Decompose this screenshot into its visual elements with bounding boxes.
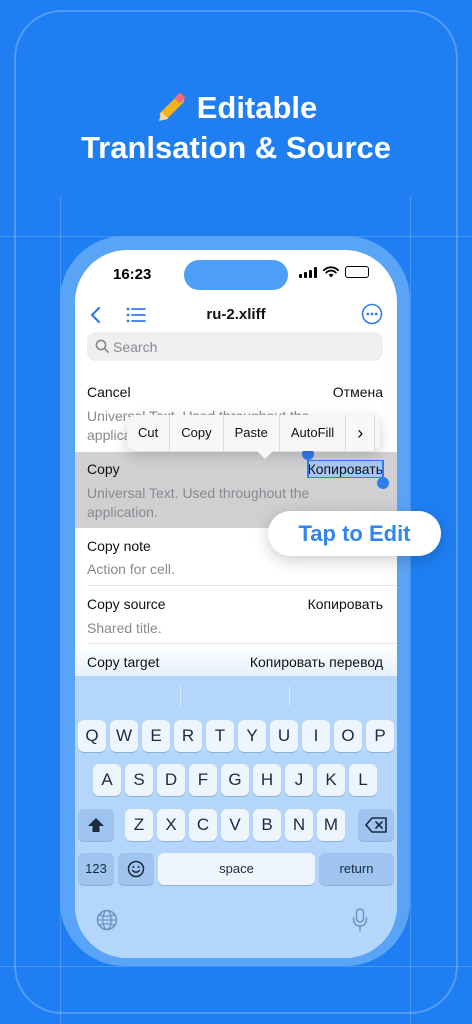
key-u[interactable]: U	[270, 720, 298, 752]
battery-icon	[345, 266, 369, 278]
key-g[interactable]: G	[221, 764, 249, 796]
list-item-copy-source[interactable]: Copy source Копировать Shared title.	[75, 586, 397, 644]
nav-title: ru-2.xliff	[206, 306, 266, 323]
guide-line-right	[410, 196, 411, 1024]
row-key: Copy	[87, 461, 120, 477]
tap-to-edit-callout: Tap to Edit	[268, 511, 441, 556]
key-p[interactable]: P	[366, 720, 394, 752]
hero-line-2: Tranlsation & Source	[80, 130, 392, 165]
key-q[interactable]: Q	[78, 720, 106, 752]
menu-item-autofill[interactable]: AutoFill	[280, 415, 347, 451]
row-key: Cancel	[87, 384, 131, 400]
key-d[interactable]: D	[157, 764, 185, 796]
wifi-icon	[323, 266, 339, 278]
shift-icon	[88, 818, 104, 832]
row-key: Copy target	[87, 654, 160, 670]
selection-handle-end[interactable]	[377, 477, 389, 489]
row-value: Копировать перевод	[249, 654, 383, 670]
emoji-icon	[127, 860, 145, 878]
menu-item-cut[interactable]: Cut	[127, 415, 171, 451]
key-o[interactable]: O	[334, 720, 362, 752]
key-s[interactable]: S	[125, 764, 153, 796]
globe-icon[interactable]	[96, 909, 118, 931]
row-key: Copy source	[87, 596, 166, 612]
keyboard: Q W E R T Y U I O P A S D F G H J K L Z …	[75, 676, 397, 958]
hero-line-1: Editable	[196, 90, 318, 125]
key-z[interactable]: Z	[125, 809, 153, 841]
key-t[interactable]: T	[206, 720, 234, 752]
row-value-selected[interactable]: Копировать	[306, 460, 385, 478]
guide-line-bottom	[0, 966, 472, 967]
key-b[interactable]: B	[253, 809, 281, 841]
search-bar[interactable]	[87, 332, 383, 361]
row-value: Копировать	[307, 596, 383, 612]
key-x[interactable]: X	[157, 809, 185, 841]
key-i[interactable]: I	[302, 720, 330, 752]
nav-bar: ru-2.xliff	[75, 300, 397, 330]
row-note: Shared title.	[87, 620, 162, 636]
search-icon	[95, 339, 109, 353]
key-a[interactable]: A	[93, 764, 121, 796]
pencil-icon	[155, 92, 187, 125]
menu-item-paste[interactable]: Paste	[224, 415, 280, 451]
row-key: Copy note	[87, 538, 151, 554]
numbers-key[interactable]: 123	[78, 853, 114, 885]
microphone-icon[interactable]	[352, 908, 368, 932]
key-l[interactable]: L	[349, 764, 377, 796]
selection-bar-start	[307, 458, 309, 478]
key-h[interactable]: H	[253, 764, 281, 796]
key-w[interactable]: W	[110, 720, 138, 752]
status-bar: 16:23	[75, 250, 397, 298]
key-r[interactable]: R	[174, 720, 202, 752]
signal-icon	[299, 266, 317, 278]
more-options-icon[interactable]	[361, 303, 383, 325]
status-time: 16:23	[113, 266, 152, 283]
dynamic-island	[184, 260, 288, 290]
key-e[interactable]: E	[142, 720, 170, 752]
key-k[interactable]: K	[317, 764, 345, 796]
emoji-key[interactable]	[118, 853, 154, 885]
return-key[interactable]: return	[319, 853, 394, 885]
key-v[interactable]: V	[221, 809, 249, 841]
space-key[interactable]: space	[158, 853, 315, 885]
key-y[interactable]: Y	[238, 720, 266, 752]
row-value: Отмена	[332, 384, 383, 400]
search-input[interactable]	[113, 332, 373, 361]
key-j[interactable]: J	[285, 764, 313, 796]
key-f[interactable]: F	[189, 764, 217, 796]
suggestion-divider	[289, 686, 290, 706]
key-c[interactable]: C	[189, 809, 217, 841]
menu-more-chevron-icon[interactable]: ›	[346, 415, 376, 451]
key-n[interactable]: N	[285, 809, 313, 841]
suggestion-divider	[180, 686, 181, 706]
backspace-icon	[365, 817, 387, 833]
menu-item-copy[interactable]: Copy	[170, 415, 224, 451]
edit-context-menu: Cut Copy Paste AutoFill ›	[127, 415, 380, 459]
row-note: Action for cell.	[87, 561, 175, 577]
hero-title: Editable Tranlsation & Source	[0, 88, 472, 168]
list-item-copy-target[interactable]: Copy target Копировать перевод	[75, 644, 397, 676]
status-icons	[299, 266, 369, 278]
delete-key[interactable]	[358, 809, 394, 841]
phone-screen: 16:23 ru-2.xliff Search Cancel Отмена Un…	[75, 250, 397, 958]
menu-pointer	[257, 451, 273, 459]
key-m[interactable]: M	[317, 809, 345, 841]
shift-key[interactable]	[78, 809, 114, 841]
